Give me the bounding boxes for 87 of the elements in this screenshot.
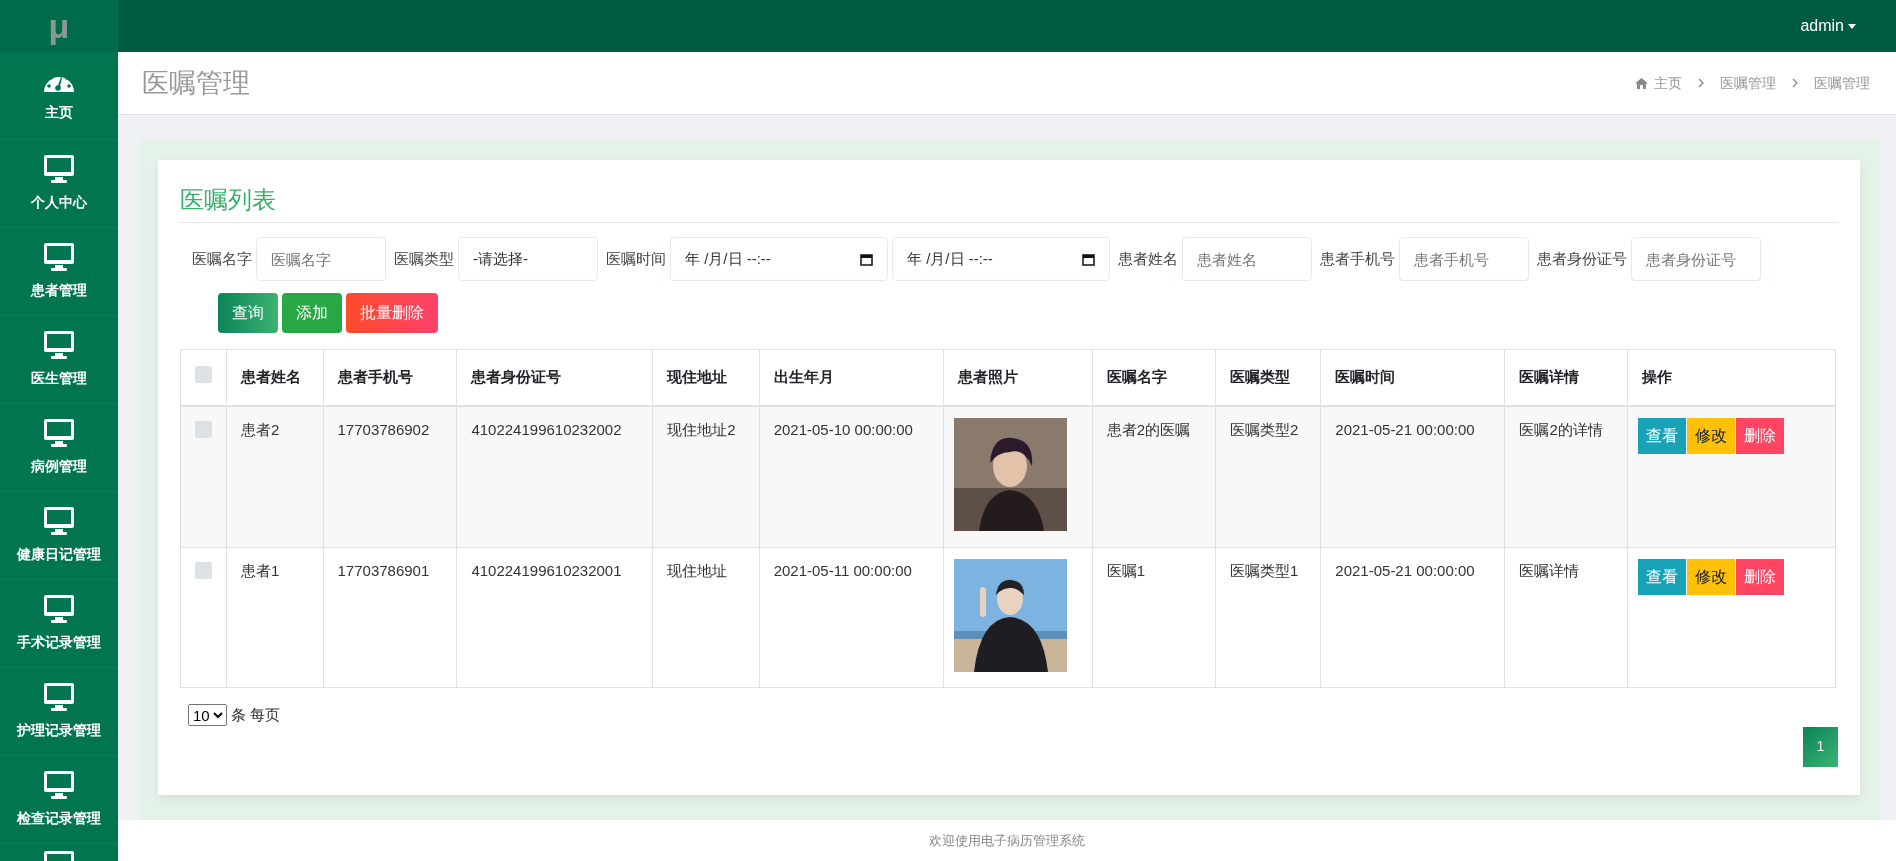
sidebar-item[interactable]: 护理记录管理	[0, 668, 118, 756]
chevron-icon	[1698, 78, 1704, 88]
row-checkbox[interactable]	[195, 420, 212, 438]
input-field[interactable]: 患者姓名	[1182, 237, 1312, 281]
table-cell: 医嘱详情	[1519, 562, 1580, 579]
table-cell: 17703786901	[337, 562, 430, 579]
table-cell: 2021-05-21 00:00:00	[1335, 420, 1475, 438]
table-cell: 现住地址2	[667, 420, 736, 438]
view-button[interactable]: 查看	[1637, 559, 1686, 595]
delete-button[interactable]: 删除	[1735, 417, 1784, 454]
field-label: 患者手机号	[1320, 248, 1395, 269]
monitor-icon	[43, 330, 75, 360]
sidebar-item[interactable]: 检查记录管理	[0, 756, 118, 844]
calendar-icon[interactable]	[860, 252, 873, 266]
table-cell: 17703786902	[337, 420, 430, 438]
column-header: 患者照片	[943, 349, 1093, 406]
select-all-checkbox[interactable]	[195, 365, 212, 383]
column-header: 医嘱名字	[1092, 349, 1216, 406]
chevron-icon	[1792, 78, 1798, 88]
table-cell: 现住地址	[667, 562, 728, 579]
search-button[interactable]: 查询	[218, 293, 278, 333]
edit-button[interactable]: 修改	[1686, 417, 1735, 454]
column-header: 医嘱类型	[1215, 349, 1321, 406]
sidebar-item[interactable]: 健康日记管理	[0, 492, 118, 580]
table-cell: 2021-05-10 00:00:00	[773, 420, 913, 438]
input-field[interactable]: 患者身份证号	[1631, 237, 1761, 281]
date-field[interactable]: 年 /月/日 --:--	[892, 237, 1110, 281]
monitor-icon	[43, 682, 75, 712]
table-cell: 410224199610232002	[471, 420, 622, 438]
field-label: 医嘱类型	[394, 248, 454, 269]
sidebar-item[interactable]: 病例管理	[0, 404, 118, 492]
sidebar-item[interactable]: 医生管理	[0, 316, 118, 404]
breadcrumb-item: 医嘱管理	[1814, 73, 1870, 93]
column-header: 操作	[1627, 349, 1836, 406]
field-label: 医嘱时间	[606, 248, 666, 269]
column-header: 医嘱时间	[1320, 349, 1505, 406]
column-header: 患者姓名	[226, 349, 323, 406]
card-title: 医嘱列表	[180, 178, 1838, 223]
page-size-label: 条 每页	[231, 705, 281, 725]
monitor-icon	[43, 594, 75, 624]
table-cell: 医嘱类型2	[1229, 420, 1299, 438]
table-cell: 患者2	[241, 420, 280, 438]
input-field[interactable]: 患者手机号	[1399, 237, 1529, 281]
row-checkbox[interactable]	[195, 562, 212, 579]
column-header: 患者手机号	[323, 349, 457, 406]
field-label: 患者身份证号	[1537, 248, 1627, 269]
edit-button[interactable]: 修改	[1686, 559, 1735, 595]
user-menu[interactable]: admin	[1800, 14, 1856, 38]
column-header: 出生年月	[759, 349, 944, 406]
table-cell: 医嘱类型1	[1229, 562, 1299, 579]
monitor-icon	[43, 242, 75, 272]
page-button[interactable]: 1	[1803, 726, 1838, 767]
breadcrumb-item[interactable]: 主页	[1654, 72, 1682, 94]
breadcrumb-item[interactable]: 医嘱管理	[1720, 72, 1776, 94]
column-header: 医嘱详情	[1504, 349, 1628, 406]
page-size-select[interactable]: 10	[188, 704, 227, 727]
field-label: 医嘱名字	[192, 248, 252, 269]
table-cell: 410224199610232001	[471, 562, 622, 579]
logo: μ	[0, 0, 118, 52]
table-cell: 患者1	[241, 562, 280, 579]
monitor-icon	[43, 418, 75, 448]
batch-delete-button[interactable]: 批量删除	[346, 293, 438, 333]
date-field[interactable]: 年 /月/日 --:--	[670, 237, 888, 281]
sidebar-item[interactable]: 个人中心	[0, 140, 118, 228]
monitor-icon	[43, 770, 75, 800]
field-label: 患者姓名	[1118, 248, 1178, 269]
footer-text: 欢迎使用电子病历管理系统	[929, 831, 1085, 850]
monitor-icon	[43, 154, 75, 184]
sidebar-item[interactable]: 患者管理	[0, 228, 118, 316]
column-header: 患者身份证号	[456, 349, 653, 406]
calendar-icon[interactable]	[1082, 252, 1095, 266]
caret-icon	[1848, 23, 1856, 29]
table-cell: 2021-05-21 00:00:00	[1335, 562, 1475, 579]
monitor-icon	[43, 506, 75, 536]
table-cell: 患者2的医嘱	[1106, 420, 1190, 438]
table-cell: 2021-05-11 00:00:00	[773, 562, 912, 579]
column-header: 现住地址	[652, 349, 760, 406]
sidebar-item[interactable]: 手术记录管理	[0, 580, 118, 668]
add-button[interactable]: 添加	[282, 293, 342, 333]
input-field[interactable]: 医嘱名字	[256, 237, 386, 281]
view-button[interactable]: 查看	[1637, 417, 1686, 454]
delete-button[interactable]: 删除	[1735, 559, 1784, 595]
table-cell: 医嘱1	[1106, 562, 1145, 579]
table-cell: 医嘱2的详情	[1519, 420, 1603, 438]
type-dropdown[interactable]: -请选择-	[458, 237, 598, 281]
page-title: 医嘱管理	[142, 66, 250, 100]
home-icon	[1635, 77, 1648, 89]
